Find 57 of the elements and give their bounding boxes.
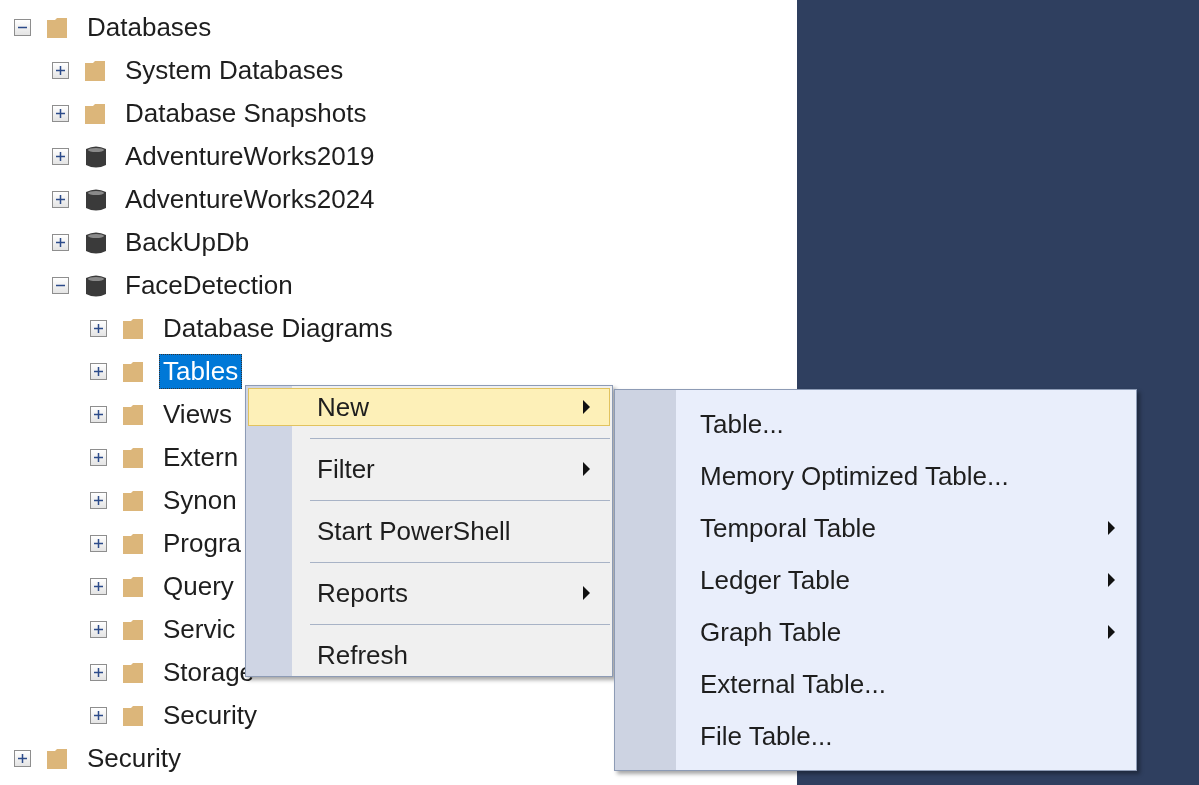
tree-item[interactable]: Progra — [159, 526, 246, 561]
menu-item[interactable]: Ledger Table — [615, 554, 1136, 606]
menu-item[interactable]: External Table... — [615, 658, 1136, 710]
expand-icon[interactable] — [90, 707, 107, 724]
tree-item[interactable]: FaceDetection — [121, 268, 297, 303]
collapse-icon[interactable] — [14, 19, 31, 36]
menu-item[interactable]: Graph Table — [615, 606, 1136, 658]
menu-item[interactable]: Table... — [615, 398, 1136, 450]
expand-icon[interactable] — [14, 750, 31, 767]
tree-item[interactable]: Views — [159, 397, 236, 432]
expand-icon[interactable] — [52, 62, 69, 79]
tree-item[interactable]: Databases — [83, 10, 216, 45]
submenu-arrow-icon — [582, 586, 591, 600]
expand-icon[interactable] — [90, 664, 107, 681]
menu-item[interactable]: Memory Optimized Table... — [615, 450, 1136, 502]
expand-icon[interactable] — [90, 621, 107, 638]
tree-item[interactable]: Query — [159, 569, 238, 604]
database-icon — [83, 230, 109, 255]
tree-item[interactable]: Tables — [159, 354, 243, 389]
menu-item[interactable]: File Table... — [615, 710, 1136, 762]
collapse-icon[interactable] — [52, 277, 69, 294]
tree-item[interactable]: Extern — [159, 440, 243, 475]
tree-item[interactable]: Database Snapshots — [121, 96, 371, 131]
tree-item[interactable]: Database Diagrams — [159, 311, 397, 346]
database-icon — [83, 273, 109, 298]
expand-icon[interactable] — [52, 234, 69, 251]
expand-icon[interactable] — [90, 406, 107, 423]
database-icon — [83, 187, 109, 212]
tree-item[interactable]: System Databases — [121, 53, 348, 88]
tree-item[interactable]: Synon — [159, 483, 241, 518]
menu-item[interactable]: Refresh — [248, 636, 610, 674]
expand-icon[interactable] — [52, 191, 69, 208]
submenu-arrow-icon — [582, 462, 591, 476]
database-icon — [83, 144, 109, 169]
expand-icon[interactable] — [52, 148, 69, 165]
menu-item[interactable]: Start PowerShell — [248, 512, 610, 550]
expand-icon[interactable] — [90, 449, 107, 466]
expand-icon[interactable] — [52, 105, 69, 122]
expand-icon[interactable] — [90, 535, 107, 552]
submenu-arrow-icon — [1107, 521, 1116, 535]
tree-item[interactable]: BackUpDb — [121, 225, 254, 260]
menu-item[interactable]: Temporal Table — [615, 502, 1136, 554]
submenu-arrow-icon — [1107, 625, 1116, 639]
menu-item[interactable]: New — [248, 388, 610, 426]
tree-item[interactable]: AdventureWorks2024 — [121, 182, 379, 217]
expand-icon[interactable] — [90, 578, 107, 595]
expand-icon[interactable] — [90, 492, 107, 509]
tree-item[interactable]: Security — [83, 741, 185, 776]
menu-item[interactable]: Filter — [248, 450, 610, 488]
tree-item[interactable]: Servic — [159, 612, 240, 647]
menu-item[interactable]: Reports — [248, 574, 610, 612]
tree-item[interactable]: AdventureWorks2019 — [121, 139, 379, 174]
expand-icon[interactable] — [90, 363, 107, 380]
expand-icon[interactable] — [90, 320, 107, 337]
tree-item[interactable]: Security — [159, 698, 261, 733]
submenu-arrow-icon — [582, 400, 591, 414]
submenu-arrow-icon — [1107, 573, 1116, 587]
